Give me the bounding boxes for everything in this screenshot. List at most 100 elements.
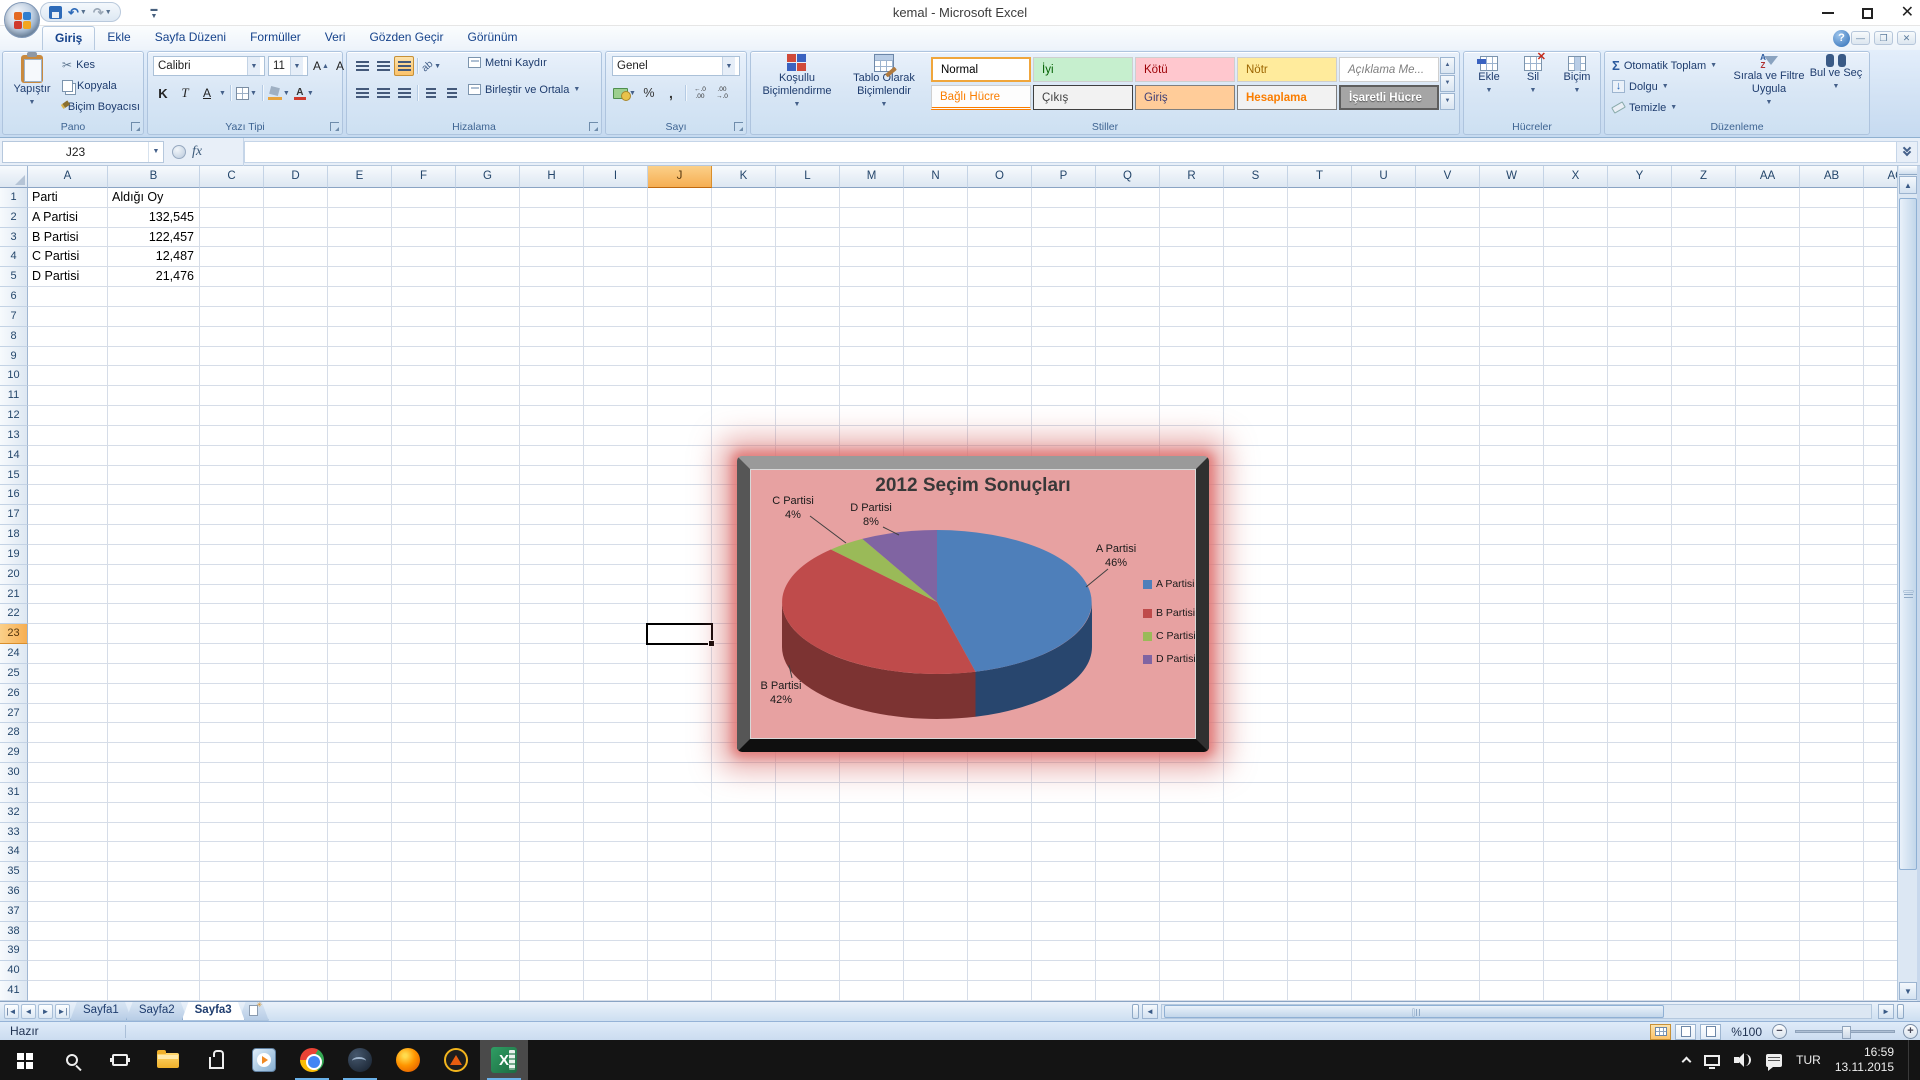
- cell-O41[interactable]: [968, 981, 1032, 1001]
- cell-E38[interactable]: [328, 922, 392, 942]
- cell-A36[interactable]: [28, 882, 108, 902]
- cell-AC1[interactable]: [1864, 188, 1897, 208]
- cell-A3[interactable]: B Partisi: [28, 228, 108, 248]
- cell-Y18[interactable]: [1608, 525, 1672, 545]
- cell-L2[interactable]: [776, 208, 840, 228]
- cell-M36[interactable]: [840, 882, 904, 902]
- gallery-scroll-down-icon[interactable]: ▼: [1440, 75, 1455, 92]
- workbook-minimize-button[interactable]: —: [1851, 31, 1870, 45]
- cell-I19[interactable]: [584, 545, 648, 565]
- cell-V33[interactable]: [1416, 823, 1480, 843]
- cell-B24[interactable]: [108, 644, 200, 664]
- cell-K30[interactable]: [712, 763, 776, 783]
- cell-O36[interactable]: [968, 882, 1032, 902]
- cell-Z15[interactable]: [1672, 466, 1736, 486]
- cell-T32[interactable]: [1288, 803, 1352, 823]
- cell-X24[interactable]: [1544, 644, 1608, 664]
- cell-X5[interactable]: [1544, 267, 1608, 287]
- cell-M7[interactable]: [840, 307, 904, 327]
- cell-T36[interactable]: [1288, 882, 1352, 902]
- cell-I39[interactable]: [584, 941, 648, 961]
- cell-O40[interactable]: [968, 961, 1032, 981]
- cell-U9[interactable]: [1352, 347, 1416, 367]
- cell-V10[interactable]: [1416, 366, 1480, 386]
- cell-J11[interactable]: [648, 386, 712, 406]
- cell-U38[interactable]: [1352, 922, 1416, 942]
- cell-X21[interactable]: [1544, 585, 1608, 605]
- cell-J30[interactable]: [648, 763, 712, 783]
- cell-F27[interactable]: [392, 704, 456, 724]
- cell-G23[interactable]: [456, 624, 520, 644]
- cell-AB4[interactable]: [1800, 247, 1864, 267]
- cell-Y37[interactable]: [1608, 902, 1672, 922]
- cell-V32[interactable]: [1416, 803, 1480, 823]
- cell-AB6[interactable]: [1800, 287, 1864, 307]
- cell-AC28[interactable]: [1864, 723, 1897, 743]
- cell-F2[interactable]: [392, 208, 456, 228]
- fill-button[interactable]: ↓Dolgu▼: [1609, 76, 1731, 97]
- cell-U27[interactable]: [1352, 704, 1416, 724]
- cell-K2[interactable]: [712, 208, 776, 228]
- cell-B16[interactable]: [108, 485, 200, 505]
- cell-H6[interactable]: [520, 287, 584, 307]
- cell-O33[interactable]: [968, 823, 1032, 843]
- cell-V3[interactable]: [1416, 228, 1480, 248]
- cell-A14[interactable]: [28, 446, 108, 466]
- cell-V23[interactable]: [1416, 624, 1480, 644]
- column-header-AC[interactable]: AC: [1864, 166, 1897, 188]
- cell-O8[interactable]: [968, 327, 1032, 347]
- cell-C24[interactable]: [200, 644, 264, 664]
- cell-X37[interactable]: [1544, 902, 1608, 922]
- cell-Z37[interactable]: [1672, 902, 1736, 922]
- cell-E31[interactable]: [328, 783, 392, 803]
- cell-Y24[interactable]: [1608, 644, 1672, 664]
- cell-U35[interactable]: [1352, 862, 1416, 882]
- cell-D39[interactable]: [264, 941, 328, 961]
- cell-J5[interactable]: [648, 267, 712, 287]
- cell-V26[interactable]: [1416, 684, 1480, 704]
- cell-B32[interactable]: [108, 803, 200, 823]
- column-header-S[interactable]: S: [1224, 166, 1288, 188]
- column-header-C[interactable]: C: [200, 166, 264, 188]
- cell-AB40[interactable]: [1800, 961, 1864, 981]
- cell-R5[interactable]: [1160, 267, 1224, 287]
- cell-F25[interactable]: [392, 664, 456, 684]
- cell-T9[interactable]: [1288, 347, 1352, 367]
- cell-X3[interactable]: [1544, 228, 1608, 248]
- cell-AC6[interactable]: [1864, 287, 1897, 307]
- cell-U14[interactable]: [1352, 446, 1416, 466]
- cell-G15[interactable]: [456, 466, 520, 486]
- cell-I21[interactable]: [584, 585, 648, 605]
- save-button[interactable]: [49, 6, 62, 19]
- cell-X41[interactable]: [1544, 981, 1608, 1001]
- cell-Z39[interactable]: [1672, 941, 1736, 961]
- cell-AB19[interactable]: [1800, 545, 1864, 565]
- cell-V5[interactable]: [1416, 267, 1480, 287]
- cell-I12[interactable]: [584, 406, 648, 426]
- cell-U22[interactable]: [1352, 604, 1416, 624]
- cell-S41[interactable]: [1224, 981, 1288, 1001]
- borders-button[interactable]: ▼: [235, 83, 258, 103]
- cell-D38[interactable]: [264, 922, 328, 942]
- cell-L4[interactable]: [776, 247, 840, 267]
- cell-P33[interactable]: [1032, 823, 1096, 843]
- cell-P10[interactable]: [1032, 366, 1096, 386]
- cell-C34[interactable]: [200, 842, 264, 862]
- cell-V37[interactable]: [1416, 902, 1480, 922]
- cell-T8[interactable]: [1288, 327, 1352, 347]
- cell-Z26[interactable]: [1672, 684, 1736, 704]
- cell-AB41[interactable]: [1800, 981, 1864, 1001]
- cell-W29[interactable]: [1480, 743, 1544, 763]
- cell-X19[interactable]: [1544, 545, 1608, 565]
- cell-E37[interactable]: [328, 902, 392, 922]
- cell-L33[interactable]: [776, 823, 840, 843]
- cell-X18[interactable]: [1544, 525, 1608, 545]
- row-header-2[interactable]: 2: [0, 208, 28, 228]
- cell-AC31[interactable]: [1864, 783, 1897, 803]
- cell-F40[interactable]: [392, 961, 456, 981]
- cell-G13[interactable]: [456, 426, 520, 446]
- cell-S9[interactable]: [1224, 347, 1288, 367]
- cell-B2[interactable]: 132,545: [108, 208, 200, 228]
- cell-AC2[interactable]: [1864, 208, 1897, 228]
- cell-Z36[interactable]: [1672, 882, 1736, 902]
